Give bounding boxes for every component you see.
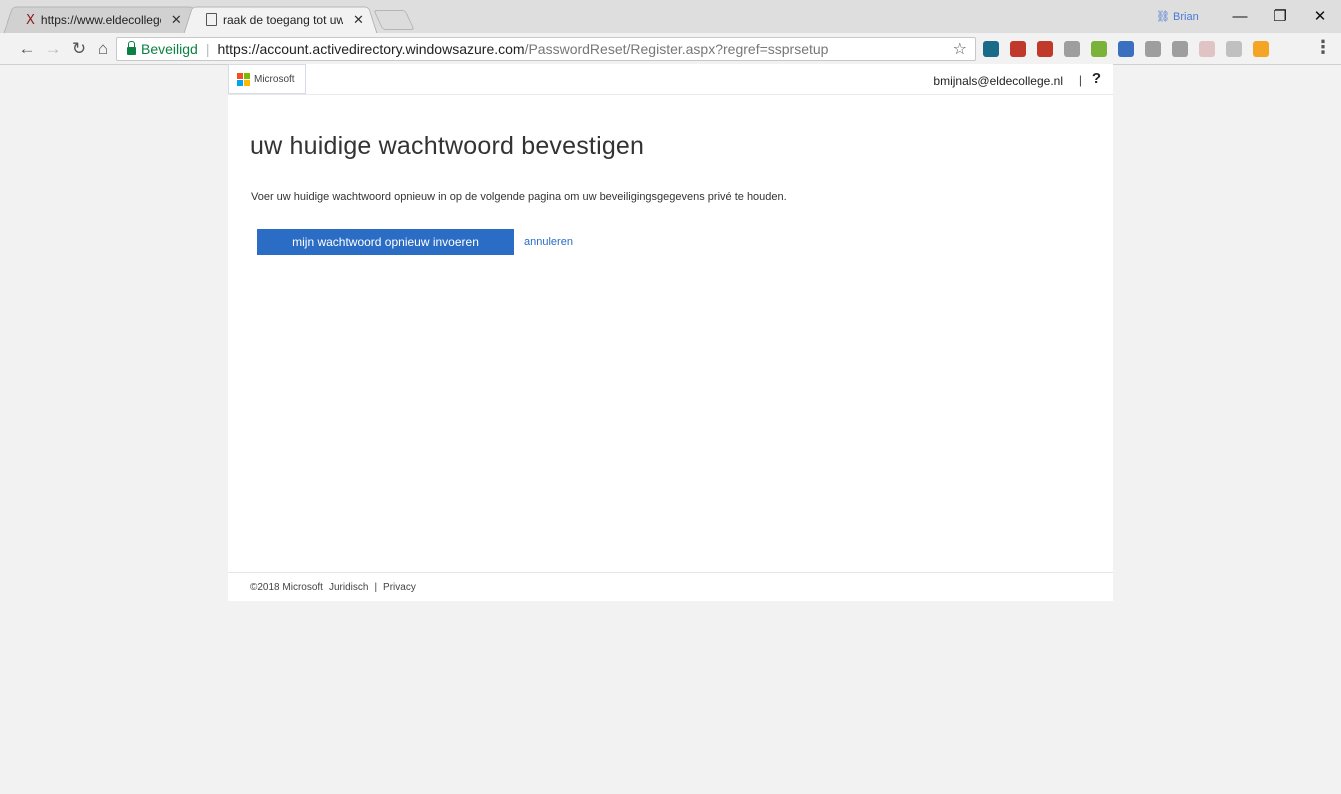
x-favicon-icon: Ⅹ [26,11,35,27]
microsoft-logo-icon [237,72,250,86]
page-favicon-icon [206,13,217,26]
extension-icon[interactable] [1118,41,1134,57]
close-window-button[interactable]: ✕ [1300,4,1340,28]
extension-icon[interactable] [1172,41,1188,57]
forward-button[interactable]: → [42,38,64,60]
back-button[interactable]: ← [16,38,38,60]
footer-separator: | [374,582,378,593]
profile-icon: ⛓ [1156,11,1170,23]
tab-close-icon[interactable]: ✕ [171,12,182,28]
tab-password-reset[interactable]: raak de toegang tot uw a ✕ [183,6,378,34]
browser-toolbar: ← → ↻ ⌂ Beveiligd | https://account.acti… [0,33,1341,65]
restore-button[interactable]: ❐ [1260,4,1300,28]
extension-icon[interactable] [1226,41,1242,57]
footer: ©2018 Microsoft Juridisch | Privacy [250,582,416,593]
browser-menu-icon[interactable]: ⋮ [1314,37,1332,58]
copyright: ©2018 Microsoft [250,582,323,593]
address-separator: | [205,41,210,57]
minimize-button[interactable]: — [1220,4,1260,28]
extension-icon[interactable] [983,41,999,57]
profile-button[interactable]: ⛓ Brian [1156,10,1199,23]
extension-icon[interactable] [1010,41,1026,57]
url-path: /PasswordReset/Register.aspx?regref=sspr… [524,41,829,57]
new-tab-button[interactable] [373,10,415,30]
user-email[interactable]: bmijnals@eldecollege.nl [933,74,1063,88]
extension-icon[interactable] [1037,41,1053,57]
tab-title: https://www.eldecollege. [40,12,161,27]
bookmark-star-icon[interactable]: ☆ [953,39,967,59]
extension-icon[interactable] [1064,41,1080,57]
lock-icon [127,41,136,55]
logo-text: Microsoft [254,73,295,85]
browser-titlebar: Ⅹ https://www.eldecollege. ✕ raak de toe… [0,0,1341,34]
header-divider: | [1078,73,1082,87]
tab-title: raak de toegang tot uw a [223,12,343,27]
footer-divider [228,572,1113,573]
secure-label: Beveiligd [141,41,198,57]
profile-name: Brian [1173,11,1199,23]
extension-icon[interactable] [1091,41,1107,57]
tab-close-icon[interactable]: ✕ [353,12,364,28]
home-button[interactable]: ⌂ [92,38,114,60]
legal-link[interactable]: Juridisch [329,582,368,593]
header-divider-line [228,94,1113,95]
reload-button[interactable]: ↻ [68,38,90,60]
microsoft-logo: Microsoft [228,64,306,94]
url-host: https://account.activedirectory.windowsa… [217,41,525,57]
extension-icon[interactable] [1199,41,1215,57]
privacy-link[interactable]: Privacy [383,582,416,593]
reenter-password-button[interactable]: mijn wachtwoord opnieuw invoeren [257,229,514,255]
page-title: uw huidige wachtwoord bevestigen [250,132,645,160]
page-description: Voer uw huidige wachtwoord opnieuw in op… [251,191,787,203]
extension-icon[interactable] [1253,41,1269,57]
tab-eldecollege[interactable]: Ⅹ https://www.eldecollege. ✕ [3,6,203,34]
address-bar[interactable]: Beveiligd | https://account.activedirect… [116,37,976,61]
page-card: Microsoft bmijnals@eldecollege.nl | ? uw… [228,64,1113,601]
extension-icon[interactable] [1145,41,1161,57]
help-button[interactable]: ? [1092,70,1101,87]
cancel-link[interactable]: annuleren [524,236,573,248]
